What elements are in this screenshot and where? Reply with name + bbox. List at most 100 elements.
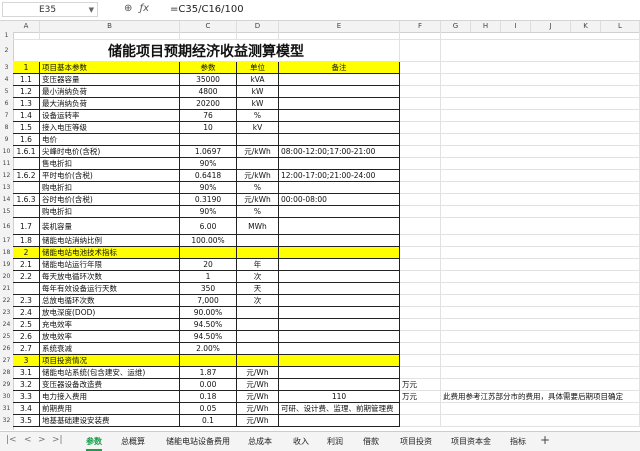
row-number[interactable]: 2 <box>0 40 13 62</box>
cell-f[interactable] <box>400 295 441 307</box>
cell-g[interactable] <box>441 319 640 331</box>
cell-g[interactable] <box>441 367 640 379</box>
cell-g[interactable] <box>441 259 640 271</box>
cell-f[interactable] <box>400 247 441 259</box>
cell-e[interactable] <box>279 259 400 271</box>
cell-g[interactable] <box>441 98 640 110</box>
cell-c[interactable]: 0.6418 <box>180 170 237 182</box>
cell-b[interactable]: 购电折扣 <box>40 206 180 218</box>
cell-f[interactable] <box>400 259 441 271</box>
cell-g[interactable] <box>441 194 640 206</box>
cell-d[interactable]: MWh <box>237 218 279 235</box>
row-number[interactable]: 4 <box>0 74 13 86</box>
cell-f[interactable]: 万元 <box>400 379 441 391</box>
cell-f[interactable] <box>400 110 441 122</box>
row-number[interactable]: 1 <box>0 32 13 40</box>
cell-d[interactable]: 年 <box>237 259 279 271</box>
cell-c[interactable] <box>180 247 237 259</box>
column-header-i[interactable]: I <box>501 21 531 32</box>
cell-b[interactable]: 项目基本参数 <box>40 62 180 74</box>
cell-b[interactable]: 电力接入费用 <box>40 391 180 403</box>
cell-e[interactable]: 12:00-17:00;21:00-24:00 <box>279 170 400 182</box>
column-header-l[interactable]: L <box>601 21 640 32</box>
cell-e[interactable] <box>279 134 400 146</box>
cell-g[interactable] <box>441 62 640 74</box>
cell-g[interactable] <box>441 158 640 170</box>
row-number[interactable]: 9 <box>0 134 13 146</box>
cell-b[interactable]: 售电折扣 <box>40 158 180 170</box>
row-number[interactable]: 20 <box>0 271 13 283</box>
cell-a[interactable]: 3.2 <box>13 379 40 391</box>
cell-a[interactable]: 2.6 <box>13 331 40 343</box>
cell-f[interactable] <box>400 415 441 427</box>
cell-b[interactable] <box>40 32 180 40</box>
cell-a[interactable]: 1.2 <box>13 86 40 98</box>
cell-c[interactable]: 1.87 <box>180 367 237 379</box>
row-number[interactable]: 23 <box>0 307 13 319</box>
cell-a[interactable]: 1.6.1 <box>13 146 40 158</box>
cell-d[interactable]: 元/Wh <box>237 391 279 403</box>
zoom-icon[interactable]: ⊕ <box>124 3 132 14</box>
cell-b[interactable]: 放电效率 <box>40 331 180 343</box>
row-number[interactable]: 13 <box>0 182 13 194</box>
cell-g[interactable] <box>441 134 640 146</box>
cell-f[interactable] <box>400 367 441 379</box>
cell-f[interactable] <box>400 283 441 295</box>
cell-e[interactable] <box>279 319 400 331</box>
cell-d[interactable]: kW <box>237 98 279 110</box>
cell-e[interactable]: 00:00-08:00 <box>279 194 400 206</box>
row-number[interactable]: 17 <box>0 235 13 247</box>
cell-c[interactable]: 20200 <box>180 98 237 110</box>
cell-g[interactable] <box>441 86 640 98</box>
cell-g[interactable] <box>441 122 640 134</box>
cell-c[interactable]: 0.00 <box>180 379 237 391</box>
cell-f[interactable] <box>400 355 441 367</box>
cell-f[interactable] <box>400 62 441 74</box>
cell-g[interactable] <box>441 379 640 391</box>
column-header-g[interactable]: G <box>441 21 471 32</box>
cell-d[interactable]: 次 <box>237 295 279 307</box>
cell-d[interactable] <box>237 247 279 259</box>
cell-f[interactable] <box>400 32 441 40</box>
cell-d[interactable] <box>237 319 279 331</box>
cell-a[interactable] <box>13 182 40 194</box>
cell-a[interactable]: 3.1 <box>13 367 40 379</box>
tab-8[interactable]: 项目资本金 <box>451 435 491 449</box>
cell-e[interactable]: 08:00-12:00;17:00-21:00 <box>279 146 400 158</box>
cell-b[interactable]: 接入电压等级 <box>40 122 180 134</box>
row-number[interactable]: 28 <box>0 367 13 379</box>
row-number[interactable]: 30 <box>0 391 13 403</box>
cell-d[interactable]: % <box>237 110 279 122</box>
cell-a[interactable]: 1.6.2 <box>13 170 40 182</box>
cell-d[interactable]: 次 <box>237 271 279 283</box>
tab-2[interactable]: 储能电站设备费用 <box>166 435 230 449</box>
cell-b[interactable]: 储能电站系统(包含建安、运维) <box>40 367 180 379</box>
cell-b[interactable]: 尖峰时电价(含税) <box>40 146 180 158</box>
cell-e[interactable]: 备注 <box>279 62 400 74</box>
cell-e[interactable]: 可研、设计费、监理、前期管理费 <box>279 403 400 415</box>
cell-a[interactable]: 2.3 <box>13 295 40 307</box>
row-number[interactable]: 15 <box>0 206 13 218</box>
cell-d[interactable] <box>237 134 279 146</box>
cell-c[interactable]: 7,000 <box>180 295 237 307</box>
add-sheet-icon[interactable]: + <box>540 433 550 447</box>
tab-1[interactable]: 总概算 <box>121 435 145 449</box>
cell-c[interactable]: 0.18 <box>180 391 237 403</box>
row-number[interactable]: 12 <box>0 170 13 182</box>
cell-b[interactable]: 总放电循环次数 <box>40 295 180 307</box>
cell-b[interactable]: 设备运转率 <box>40 110 180 122</box>
cell-d[interactable] <box>237 32 279 40</box>
cell-f[interactable] <box>400 146 441 158</box>
row-number[interactable]: 7 <box>0 110 13 122</box>
column-header-k[interactable]: K <box>571 21 601 32</box>
cell-b[interactable]: 前期费用 <box>40 403 180 415</box>
cell-c[interactable]: 350 <box>180 283 237 295</box>
cell-a[interactable]: 1.5 <box>13 122 40 134</box>
cell-g[interactable] <box>441 307 640 319</box>
cell-e[interactable] <box>279 283 400 295</box>
cell-c[interactable]: 100.00% <box>180 235 237 247</box>
cell-b[interactable]: 装机容量 <box>40 218 180 235</box>
cell-c[interactable]: 0.3190 <box>180 194 237 206</box>
cell-a[interactable] <box>13 206 40 218</box>
cell-d[interactable] <box>237 343 279 355</box>
